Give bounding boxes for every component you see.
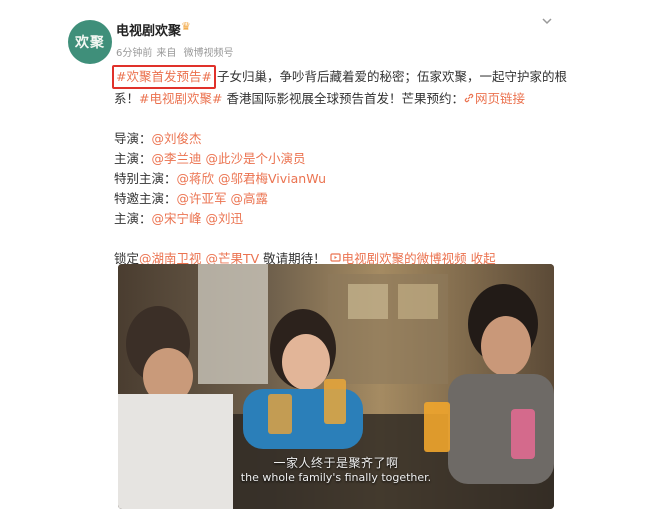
body-text-2-mid: 香港国际影视展全球预告首发！芒果预约： bbox=[222, 91, 464, 106]
credit-label: 导演： bbox=[114, 131, 152, 146]
credit-mention[interactable]: @邬君梅VivianWu bbox=[218, 171, 326, 186]
body-text-1: 子女归巢，争吵背后藏着爱的秘密；伍家欢聚，一起守护家的根 bbox=[216, 69, 567, 84]
body-line-2: 系！#电视剧欢聚# 香港国际影视展全球预告首发！芒果预约： 网页链接 bbox=[114, 89, 564, 109]
post-meta: 6分钟前 来自 微博视频号 bbox=[116, 44, 238, 59]
hashtag-link[interactable]: #欢聚首发预告# bbox=[116, 69, 212, 84]
credit-row: 导演：@刘俊杰 bbox=[114, 129, 564, 149]
crown-icon: ♛ bbox=[181, 20, 191, 33]
credit-mention[interactable]: @蒋欣 bbox=[177, 171, 215, 186]
subtitle-chinese: 一家人终于是聚齐了啊 bbox=[273, 456, 399, 470]
web-link[interactable]: 网页链接 bbox=[475, 91, 525, 106]
credit-mention[interactable]: @许亚军 bbox=[177, 191, 227, 206]
credit-mention[interactable]: @此沙是个小演员 bbox=[206, 151, 306, 166]
credit-mention[interactable]: @李兰迪 bbox=[152, 151, 202, 166]
credit-label: 特别主演： bbox=[114, 171, 177, 186]
credit-label: 特邀主演： bbox=[114, 191, 177, 206]
credit-row: 主演：@宋宁峰 @刘迅 bbox=[114, 209, 564, 229]
weibo-post-card: 欢聚 电视剧欢聚 ♛ 6分钟前 来自 微博视频号 #欢聚首发预告# 子女归巢，争吵背… bbox=[0, 0, 660, 521]
hashtag-highlight-box: #欢聚首发预告# bbox=[112, 65, 216, 89]
post-time[interactable]: 6分钟前 bbox=[116, 48, 152, 59]
credit-mention[interactable]: @刘俊杰 bbox=[152, 131, 202, 146]
credit-mention[interactable]: @宋宁峰 bbox=[152, 211, 202, 226]
avatar[interactable]: 欢聚 bbox=[68, 20, 112, 64]
subtitle-english: the whole family's finally together. bbox=[240, 471, 432, 484]
chevron-down-icon[interactable] bbox=[541, 15, 553, 27]
post-source[interactable]: 微博视频号 bbox=[184, 48, 234, 59]
credit-row: 特邀主演：@许亚军 @高露 bbox=[114, 189, 564, 209]
post-body: #欢聚首发预告# 子女归巢，争吵背后藏着爱的秘密；伍家欢聚，一起守护家的根 系！#… bbox=[112, 65, 567, 269]
credit-row: 特别主演：@蒋欣 @邬君梅VivianWu bbox=[114, 169, 564, 189]
hashtag2-link[interactable]: #电视剧欢聚# bbox=[139, 91, 222, 106]
video-player[interactable]: 一家人终于是聚齐了啊 the whole family's finally to… bbox=[118, 264, 554, 509]
credit-mention[interactable]: @高露 bbox=[231, 191, 269, 206]
author-name[interactable]: 电视剧欢聚 bbox=[116, 20, 181, 39]
link-icon bbox=[464, 89, 475, 109]
credit-row: 主演：@李兰迪 @此沙是个小演员 bbox=[114, 149, 564, 169]
source-prefix: 来自 bbox=[156, 48, 177, 59]
credit-label: 主演： bbox=[114, 151, 152, 166]
credit-mention[interactable]: @刘迅 bbox=[206, 211, 244, 226]
credit-label: 主演： bbox=[114, 211, 152, 226]
body-line-1: #欢聚首发预告# 子女归巢，争吵背后藏着爱的秘密；伍家欢聚，一起守护家的根 bbox=[112, 65, 567, 89]
body-text-2-prefix: 系！ bbox=[114, 91, 140, 106]
avatar-logo-text: 欢聚 bbox=[75, 35, 105, 51]
